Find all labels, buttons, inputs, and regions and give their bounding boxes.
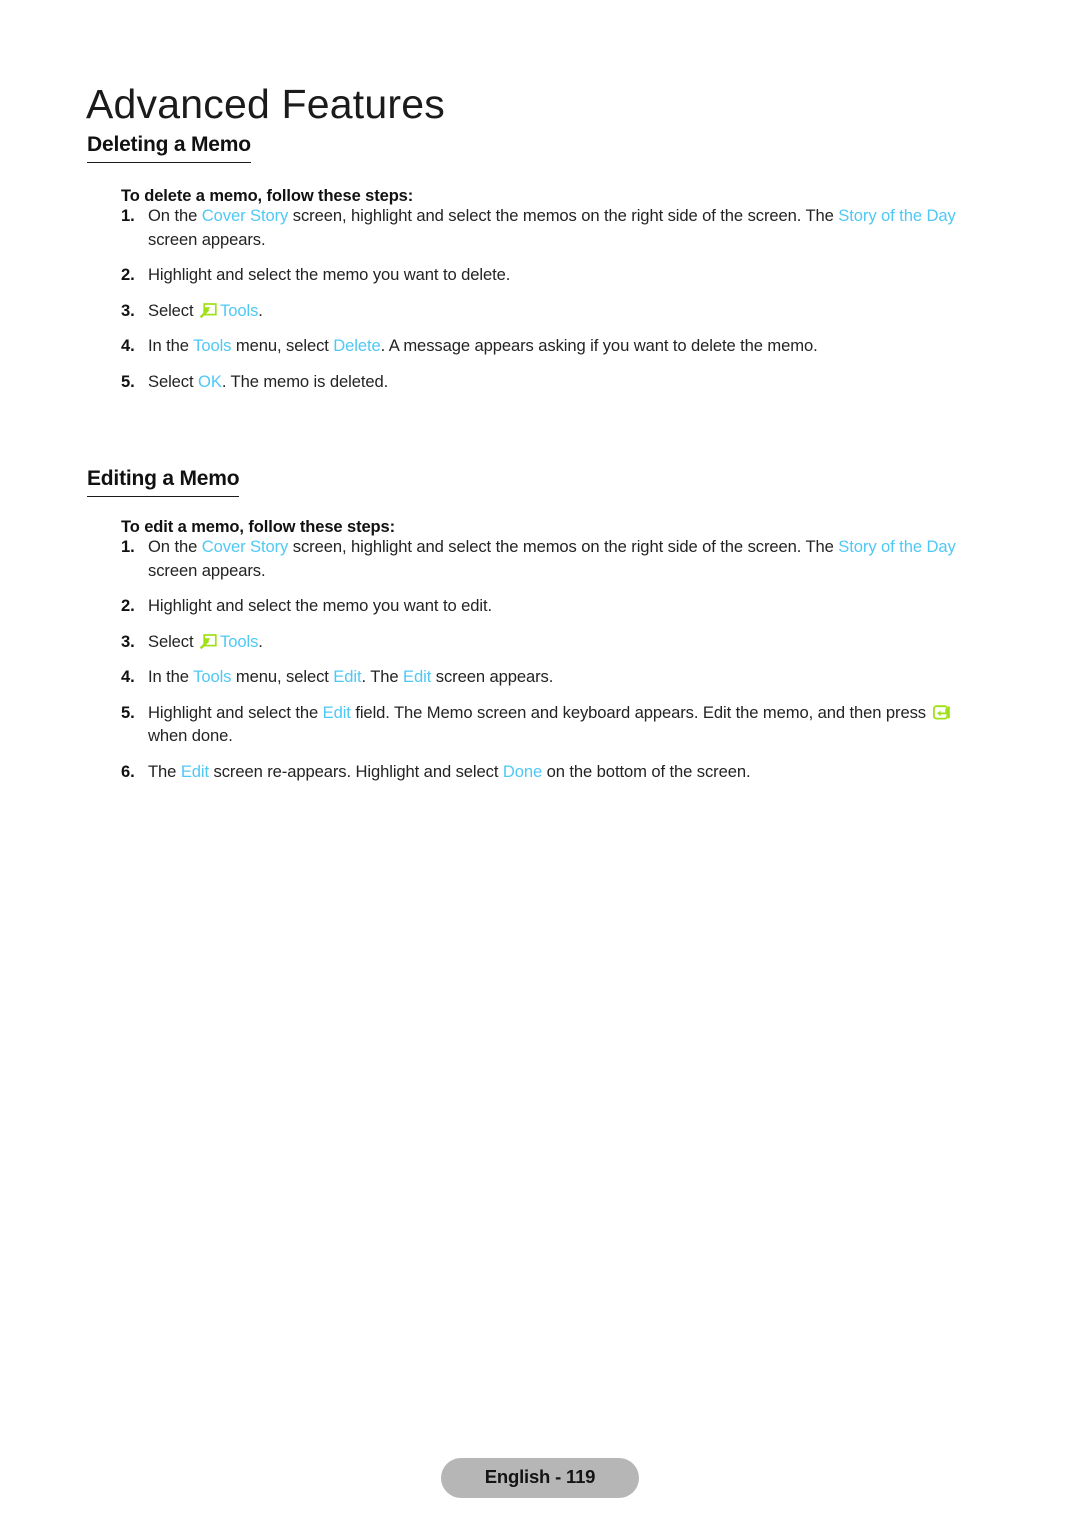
section-heading-deleting-a-memo: Deleting a Memo [87,133,251,164]
step-text-fragment: screen, highlight and select the memos o… [288,537,839,556]
step-text-fragment: field. The Memo screen and keyboard appe… [350,702,931,722]
list-item: 5. Select OK. The memo is deleted. [121,370,987,394]
step-number: 5. [121,702,135,722]
section-intro-deleting-a-memo: To delete a memo, follow these steps: [121,186,414,205]
steps-list-deleting-a-memo: 1. On the Cover Story screen, highlight a… [121,204,987,393]
step-number: 6. [121,761,135,781]
document-page: Advanced Features Deleting a Memo To del… [0,0,1080,1534]
step-number: 3. [121,300,135,320]
step-text-fragment: The [148,761,181,781]
step-text-fragment: screen, highlight and select the memos o… [288,206,839,225]
ui-term-reference: Edit [403,667,432,687]
step-number: 3. [121,631,135,651]
step-text-fragment: Select [148,371,199,391]
step-text-fragment: In the [148,667,194,687]
step-text-fragment: screen appears. [148,229,266,249]
step-text-fragment: screen appears. [148,560,266,580]
ui-term-reference: Edit [322,702,351,722]
step-text: Select OK. The memo is deleted. [148,370,987,394]
step-text: Highlight and select the Edit field. The… [148,701,987,748]
ui-term-reference: Tools [193,336,232,356]
ui-term-reference: Cover Story [201,537,289,556]
ui-term-reference: Tools [220,300,259,320]
list-item: 3. Select Tools. [121,299,987,323]
step-number: 4. [121,667,135,687]
step-text: Highlight and select the memo you want t… [148,594,987,618]
enter-icon [933,705,952,720]
list-item: 1. On the Cover Story screen, highlight a… [121,204,987,251]
step-text: In the Tools menu, select Edit. The Edit… [148,665,987,689]
step-text-fragment: screen re-appears. Highlight and select [209,761,503,781]
list-item: 5. Highlight and select the Edit field. T… [121,701,987,748]
step-text-fragment: menu, select [231,667,334,687]
list-item: 2. Highlight and select the memo you want… [121,594,987,618]
ui-term-reference: Done [502,761,543,781]
ui-term-reference: Story of the Day [838,206,956,225]
step-number: 1. [121,537,135,556]
step-text-fragment: . A message appears asking if you want t… [380,336,818,356]
step-number: 2. [121,596,135,616]
step-text: On the Cover Story screen, highlight and… [148,204,987,251]
list-item: 3. Select Tools. [121,630,987,654]
step-text-fragment: Highlight and select the memo you want t… [148,596,492,616]
step-text-fragment: Select [148,631,199,651]
step-number: 4. [121,336,135,356]
steps-list-editing-a-memo: 1. On the Cover Story screen, highlight a… [121,535,987,784]
tools-icon [200,633,217,649]
step-text: Select Tools. [148,299,987,323]
step-number: 5. [121,371,135,391]
section-intro-editing-a-memo: To edit a memo, follow these steps: [121,517,395,536]
step-number: 1. [121,206,135,225]
ui-term-reference: Tools [220,631,259,651]
step-text-fragment: screen appears. [431,667,554,687]
step-text-fragment: menu, select [231,336,334,356]
step-text: The Edit screen re-appears. Highlight an… [148,760,987,784]
step-text-fragment: Select [148,300,199,320]
step-text-fragment: In the [148,336,194,356]
step-number: 2. [121,265,135,285]
list-item: 2. Highlight and select the memo you want… [121,263,987,287]
list-item: 6. The Edit screen re-appears. Highlight … [121,760,987,784]
step-text-fragment: . [258,300,263,320]
ui-term-reference: Tools [193,667,232,687]
ui-term-reference: Delete [333,336,381,356]
step-text: In the Tools menu, select Delete. A mess… [148,334,987,358]
ui-term-reference: Edit [333,667,362,687]
list-item: 4. In the Tools menu, select Edit. The Ed… [121,665,987,689]
ui-term-reference: Story of the Day [838,537,956,556]
list-item: 4. In the Tools menu, select Delete. A me… [121,334,987,358]
list-item: 1. On the Cover Story screen, highlight a… [121,535,987,582]
section-heading-editing-a-memo: Editing a Memo [87,467,240,498]
ui-term-reference: Cover Story [201,206,289,225]
page-number-badge: English - 119 [440,1458,640,1499]
step-text-fragment: Highlight and select the [148,702,323,722]
ui-term-reference: Edit [180,761,210,781]
step-text-fragment: On the [148,537,202,556]
step-text: On the Cover Story screen, highlight and… [148,535,987,582]
step-text-fragment: . The [361,667,404,687]
step-text: Select Tools. [148,630,987,654]
page-title: Advanced Features [86,81,445,128]
step-text-fragment: On the [148,206,202,225]
step-text: Highlight and select the memo you want t… [148,263,987,287]
page-footer: English - 119 [0,1458,1080,1499]
step-text-fragment: Highlight and select the memo you want t… [148,265,511,285]
ui-term-reference: OK [198,371,222,391]
tools-icon [200,302,217,318]
step-text-fragment: on the bottom of the screen. [542,761,751,781]
step-text-fragment: when done. [148,726,233,746]
step-text-fragment: . The memo is deleted. [221,371,389,391]
step-text-fragment: . [258,631,263,651]
